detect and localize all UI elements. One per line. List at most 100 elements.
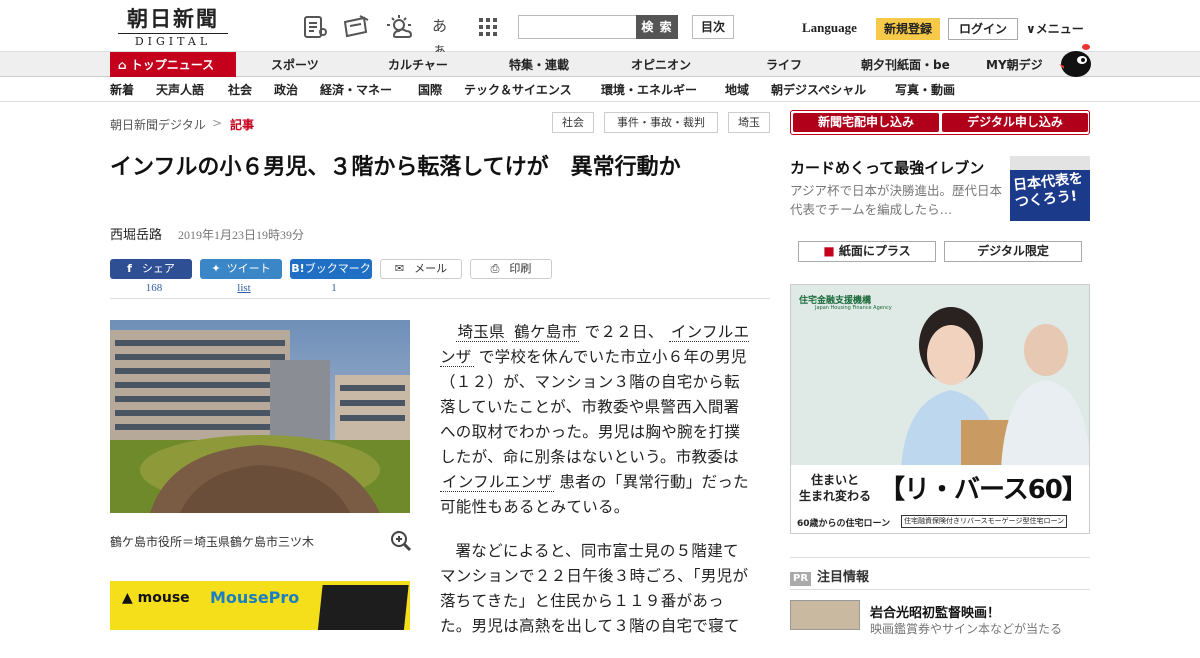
menu-button[interactable]: ∨メニュー: [1026, 20, 1084, 37]
search-input[interactable]: [518, 15, 636, 39]
menu-label: メニュー: [1035, 22, 1084, 36]
nav-tenseijingo[interactable]: 天声人語: [156, 78, 204, 102]
site-logo[interactable]: 朝日新聞 DIGITAL: [118, 6, 228, 48]
tag-society[interactable]: 社会: [552, 112, 594, 133]
logo-text-en: DIGITAL: [118, 33, 228, 48]
signup-button[interactable]: 新規登録: [876, 18, 940, 40]
feature-title[interactable]: カードめくって最強イレブン: [790, 157, 984, 178]
ad-line1: 住まいと: [811, 473, 860, 487]
nav-tech-science[interactable]: テック＆サイエンス: [464, 78, 572, 102]
mail-icon: ✉: [394, 262, 405, 275]
nav-culture[interactable]: カルチャー: [388, 52, 448, 77]
feature-image-text: 日本代表をつくろう!: [1012, 170, 1084, 211]
housing-loan-ad[interactable]: 住宅金融支援機構 Japan Housing Finance Agency 住ま…: [790, 284, 1090, 534]
nav-latest[interactable]: 新着: [110, 78, 134, 102]
pr-item-title[interactable]: 岩合光昭初監督映画！: [870, 602, 1000, 621]
ad-sub2: 住宅融資保険付きリバースモーゲージ型住宅ローン: [901, 515, 1068, 528]
article-date: 2019年1月23日19時39分: [178, 228, 305, 242]
nav-environment[interactable]: 環境・エネルギー: [601, 78, 697, 102]
article-photo[interactable]: [110, 320, 410, 513]
print-button[interactable]: ⎙ 印刷: [470, 259, 552, 279]
nav-my-asahi[interactable]: MY朝デジ: [986, 52, 1043, 77]
zoom-icon[interactable]: [390, 530, 412, 552]
site-header: 朝日新聞 DIGITAL あぁ 検 索 目次 Language 新規登録 ログイ…: [0, 0, 1200, 59]
nav-top-news[interactable]: ⌂ トップニュース: [110, 52, 236, 77]
toc-button[interactable]: 目次: [692, 15, 734, 39]
divider: [790, 589, 1090, 590]
breadcrumb-separator: >: [212, 116, 223, 130]
twitter-share-button[interactable]: ✦ ツイート: [200, 259, 282, 279]
nav-economy[interactable]: 経済・マネー: [320, 78, 392, 102]
pr-badge: PR: [790, 572, 812, 586]
laptop-image: [317, 585, 409, 630]
hatena-bookmark-label: ブックマーク: [304, 262, 371, 275]
text: で２２日、: [584, 323, 664, 341]
mail-label: メール: [414, 262, 448, 275]
search-button[interactable]: 検 索: [636, 15, 678, 39]
mouse-ad-banner[interactable]: ▲ mouse MousePro: [110, 581, 410, 630]
tag-saitama[interactable]: 埼玉: [728, 112, 770, 133]
subscribe-digital-button[interactable]: デジタル申し込み: [942, 113, 1088, 132]
photo-caption: 鶴ケ島市役所＝埼玉県鶴ケ島市三ツ木: [110, 535, 315, 549]
logo-text-jp: 朝日新聞: [127, 6, 219, 31]
paragraph-2: 署などによると、同市富士見の５階建てマンションで２２日午後３時ごろ、「男児が落ち…: [440, 542, 749, 635]
article-author: 西堀岳路: [110, 228, 163, 243]
weather-icon[interactable]: [386, 14, 413, 40]
nav-region[interactable]: 地域: [725, 78, 749, 102]
nav-society[interactable]: 社会: [228, 78, 252, 102]
hatena-count: 1: [331, 282, 337, 294]
twitter-count[interactable]: list: [203, 282, 285, 294]
twitter-icon: ✦: [211, 262, 221, 275]
facebook-icon: f: [127, 262, 132, 275]
keyword-link[interactable]: 埼玉県: [455, 323, 507, 342]
primary-nav: ⌂ トップニュース スポーツ カルチャー 特集・連載 オピニオン ライフ 朝夕刊…: [0, 44, 1200, 77]
nav-sports[interactable]: スポーツ: [271, 52, 319, 77]
paper-icon: ■: [823, 244, 835, 258]
subscribe-paper-button[interactable]: 新聞宅配申し込み: [793, 113, 939, 132]
pr-item-image[interactable]: [790, 600, 860, 630]
article-body: 埼玉県 鶴ケ島市 で２２日、 インフルエンザ で学校を休んでいた市立小６年の男児…: [440, 320, 752, 658]
mouse-brand-text: mouse: [137, 590, 190, 606]
nav-newspaper[interactable]: 朝夕刊紙面・be: [861, 52, 950, 77]
divider: [790, 557, 1090, 558]
login-button[interactable]: ログイン: [948, 18, 1018, 40]
print-icon: ⎙: [490, 262, 500, 275]
nav-life[interactable]: ライフ: [766, 52, 802, 77]
mascot-icon: [1058, 42, 1092, 78]
subscribe-box: 新聞宅配申し込み デジタル申し込み: [790, 110, 1090, 135]
nav-opinion[interactable]: オピニオン: [631, 52, 691, 77]
nav-politics[interactable]: 政治: [274, 78, 298, 102]
breadcrumb-home[interactable]: 朝日新聞デジタル: [110, 116, 206, 133]
digital-only-button[interactable]: デジタル限定: [944, 241, 1082, 262]
nav-features[interactable]: 特集・連載: [509, 52, 569, 77]
newspaper-icon[interactable]: [302, 14, 328, 40]
text: で学校を休んでいた市立小６年の男児（１２）が、マンション３階の自宅から転落してい…: [440, 348, 747, 466]
pr-label: 注目情報: [817, 570, 870, 585]
facebook-count: 168: [145, 282, 163, 294]
tag-incident[interactable]: 事件・事故・裁判: [604, 112, 718, 133]
ad-headline: 住まいと 生まれ変わる: [799, 472, 871, 504]
scrap-icon[interactable]: [342, 14, 369, 40]
feature-image[interactable]: 日本代表をつくろう!: [1010, 156, 1090, 221]
ad-sub1: 60歳からの住宅ローン: [797, 519, 891, 529]
keyword-link[interactable]: インフルエンザ: [440, 473, 555, 492]
keyword-link[interactable]: 鶴ケ島市: [512, 323, 580, 342]
mouse-brand: ▲ mouse: [122, 590, 190, 606]
chevron-down-icon: ∨: [1026, 22, 1036, 36]
language-link[interactable]: Language: [802, 20, 857, 36]
font-size-icon[interactable]: あぁ: [432, 14, 458, 59]
breadcrumb-current: 記事: [230, 118, 255, 132]
pr-heading: PR 注目情報: [790, 566, 869, 586]
mouse-product: MousePro: [210, 588, 300, 607]
twitter-share-label: ツイート: [226, 262, 271, 275]
hatena-icon: B!: [291, 262, 305, 275]
nav-photo-video[interactable]: 写真・動画: [895, 78, 955, 102]
nav-special[interactable]: 朝デジスペシャル: [771, 78, 866, 102]
nav-international[interactable]: 国際: [418, 78, 442, 102]
hatena-bookmark-button[interactable]: B!ブックマーク: [290, 259, 372, 279]
paper-plus-button[interactable]: ■ 紙面にプラス: [798, 241, 936, 262]
grid-icon[interactable]: [478, 14, 504, 40]
mail-button[interactable]: ✉ メール: [380, 259, 462, 279]
facebook-share-button[interactable]: f シェア: [110, 259, 192, 279]
paper-plus-label: 紙面にプラス: [838, 244, 911, 258]
